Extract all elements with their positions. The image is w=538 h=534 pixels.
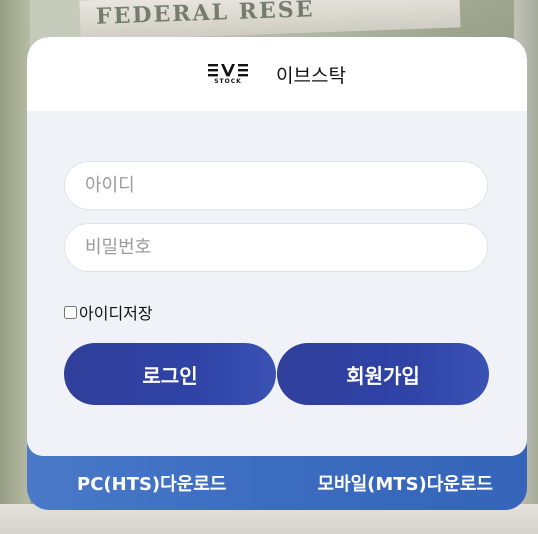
remember-id-checkbox[interactable] [64,305,77,319]
eve-logo-icon [208,63,249,76]
signup-button[interactable]: 회원가입 [277,343,489,405]
card-header: STOCK 이브스탁 [27,37,527,111]
logo-wordmark: STOCK [214,77,242,85]
remember-id-option[interactable]: 아이디저장 [64,300,153,324]
brand-name: 이브스탁 [276,64,346,87]
login-form-panel: 아이디저장 로그인 회원가입 [27,111,527,456]
background-banknote-text: FEDERAL RESE [95,0,315,30]
download-footer: PC(HTS)다운로드 모바일(MTS)다운로드 [27,456,527,510]
background-banknote-left [0,0,30,534]
login-card: STOCK 이브스탁 아이디저장 로그인 회원가입 PC(HTS)다운로드 모바… [27,37,527,510]
login-button[interactable]: 로그인 [64,343,276,405]
mobile-mts-download-link[interactable]: 모바일(MTS)다운로드 [317,470,493,496]
id-input[interactable] [64,161,488,210]
password-input[interactable] [64,223,488,272]
eve-stock-logo: STOCK [208,63,249,85]
remember-id-label: 아이디저장 [79,304,153,323]
pc-hts-download-link[interactable]: PC(HTS)다운로드 [77,470,226,496]
